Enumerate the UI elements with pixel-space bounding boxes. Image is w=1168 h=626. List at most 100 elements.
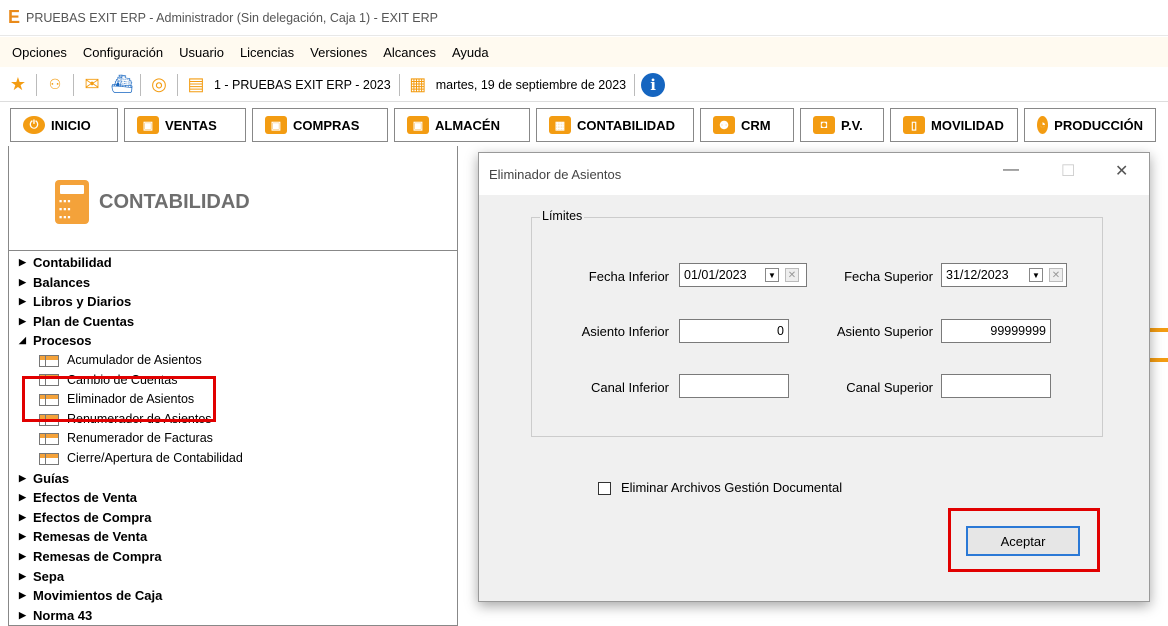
phone-icon: ▯ (903, 116, 925, 134)
collapse-arrow-icon[interactable]: ◢ (19, 331, 33, 351)
expand-arrow-icon[interactable]: ▶ (19, 606, 33, 626)
module-ventas-button[interactable]: ▣ VENTAS (124, 108, 246, 142)
decorative-line (1150, 358, 1168, 362)
expand-arrow-icon[interactable]: ▶ (19, 292, 33, 312)
module-crm-button[interactable]: ⚉ CRM (700, 108, 794, 142)
eliminar-archivos-checkbox[interactable] (598, 482, 611, 495)
fecha-inferior-dropdown-icon[interactable]: ▼ (765, 268, 779, 282)
expand-arrow-icon[interactable]: ▶ (19, 253, 33, 273)
eliminar-archivos-label[interactable]: Eliminar Archivos Gestión Documental (621, 480, 842, 495)
tree-node-plan-cuentas[interactable]: ▶ Plan de Cuentas (19, 312, 457, 332)
tree-node-norma-43[interactable]: ▶ Norma 43 (19, 606, 457, 626)
expand-arrow-icon[interactable]: ▶ (19, 586, 33, 606)
tree-node-efectos-compra[interactable]: ▶ Efectos de Compra (19, 508, 457, 528)
fecha-inferior-clear-icon[interactable]: ✕ (785, 268, 799, 282)
tree-node-label: Balances (33, 274, 91, 290)
expand-arrow-icon[interactable]: ▶ (19, 527, 33, 547)
close-icon[interactable]: ✕ (1115, 161, 1128, 181)
toolbar-separator (634, 73, 636, 96)
calendar-icon[interactable]: ▦ (406, 73, 430, 97)
menu-usuario[interactable]: Usuario (179, 45, 224, 60)
module-contabilidad-button[interactable]: ▦ CONTABILIDAD (536, 108, 694, 142)
menu-bar: Opciones Configuración Usuario Licencias… (0, 37, 1168, 67)
expand-arrow-icon[interactable]: ▶ (19, 488, 33, 508)
menu-versiones[interactable]: Versiones (310, 45, 367, 60)
window-icon (39, 433, 59, 446)
module-movilidad-button[interactable]: ▯ MOVILIDAD (890, 108, 1018, 142)
module-produccion-button[interactable]: ◔ PRODUCCIÓN (1024, 108, 1156, 142)
toolbar-separator (177, 73, 178, 96)
tree-node-procesos[interactable]: ◢ Procesos (19, 331, 457, 351)
asiento-superior-value: 99999999 (990, 324, 1046, 338)
section-title: CONTABILIDAD (99, 190, 250, 213)
info-icon[interactable]: i (641, 72, 666, 97)
tree-node-label: Remesas de Venta (33, 529, 148, 545)
calculator-icon: ▦ (549, 116, 571, 134)
box-icon: ▣ (137, 116, 159, 134)
envelope-icon[interactable]: ✉ (80, 73, 104, 97)
fecha-superior-clear-icon[interactable]: ✕ (1049, 268, 1063, 282)
people-icon: ⚉ (713, 116, 735, 134)
app-logo-icon: E (8, 7, 21, 27)
tree-node-label: Remesas de Compra (33, 548, 162, 564)
module-inicio-button[interactable]: ⏻ INICIO (10, 108, 118, 142)
minimize-icon[interactable]: — (1003, 161, 1019, 179)
expand-arrow-icon[interactable]: ▶ (19, 273, 33, 293)
section-header: CONTABILIDAD (55, 180, 250, 224)
tree-node-label: Efectos de Venta (33, 490, 138, 506)
menu-alcances[interactable]: Alcances (383, 45, 436, 60)
tree-node-balances[interactable]: ▶ Balances (19, 273, 457, 293)
menu-opciones[interactable]: Opciones (12, 45, 67, 60)
tree-node-remesas-venta[interactable]: ▶ Remesas de Venta (19, 527, 457, 547)
date-label[interactable]: martes, 19 de septiembre de 2023 (436, 78, 626, 92)
module-pv-button[interactable]: ◘ P.V. (800, 108, 884, 142)
toolbar: ★ ⚇ ✉ ⛴ ◎ ▤ 1 - PRUEBAS EXIT ERP - 2023 … (0, 68, 1168, 102)
aceptar-button[interactable]: Aceptar (966, 526, 1080, 556)
tree-leaf-label: Acumulador de Asientos (67, 352, 202, 367)
tree-node-libros-diarios[interactable]: ▶ Libros y Diarios (19, 292, 457, 312)
tree-node-movimientos-caja[interactable]: ▶ Movimientos de Caja (19, 586, 457, 606)
power-icon: ⏻ (23, 116, 45, 134)
aceptar-label: Aceptar (1000, 533, 1046, 549)
tree-leaf-acumulador-asientos[interactable]: Acumulador de Asientos (19, 351, 457, 371)
menu-licencias[interactable]: Licencias (240, 45, 294, 60)
toolbar-separator (398, 73, 400, 96)
menu-ayuda[interactable]: Ayuda (452, 45, 489, 60)
module-label: ALMACÉN (435, 117, 500, 133)
toolbar-separator (36, 73, 37, 96)
canal-superior-input[interactable] (941, 374, 1051, 398)
tree-node-label: Guías (33, 470, 70, 486)
canal-inferior-input[interactable] (679, 374, 789, 398)
tree-node-contabilidad[interactable]: ▶ Contabilidad (19, 253, 457, 273)
expand-arrow-icon[interactable]: ▶ (19, 469, 33, 489)
chart-icon: ◔ (1037, 116, 1049, 134)
tree-node-remesas-compra[interactable]: ▶ Remesas de Compra (19, 547, 457, 567)
target-icon[interactable]: ◎ (147, 73, 171, 97)
toolbar-separator (140, 73, 141, 96)
tree-node-efectos-venta[interactable]: ▶ Efectos de Venta (19, 488, 457, 508)
fecha-superior-dropdown-icon[interactable]: ▼ (1029, 268, 1043, 282)
navigation-tree: ▶ Contabilidad ▶ Balances ▶ Libros y Diario… (9, 250, 457, 626)
expand-arrow-icon[interactable]: ▶ (19, 508, 33, 528)
tree-leaf-renumerador-facturas[interactable]: Renumerador de Facturas (19, 429, 457, 449)
expand-arrow-icon[interactable]: ▶ (19, 312, 33, 332)
company-label[interactable]: 1 - PRUEBAS EXIT ERP - 2023 (214, 78, 391, 92)
maximize-icon: ☐ (1061, 163, 1076, 180)
tree-node-sepa[interactable]: ▶ Sepa (19, 567, 457, 587)
module-label: PRODUCCIÓN (1054, 117, 1143, 133)
tree-leaf-cierre-apertura[interactable]: Cierre/Apertura de Contabilidad (19, 449, 457, 469)
module-compras-button[interactable]: ▣ COMPRAS (252, 108, 388, 142)
users-icon[interactable]: ⚇ (43, 73, 67, 97)
asiento-superior-input[interactable]: 99999999 (941, 319, 1051, 343)
expand-arrow-icon[interactable]: ▶ (19, 567, 33, 587)
menu-configuracion[interactable]: Configuración (83, 45, 163, 60)
ship-icon[interactable]: ⛴ (110, 73, 134, 97)
tree-node-guias[interactable]: ▶ Guías (19, 469, 457, 489)
star-icon[interactable]: ★ (6, 73, 30, 97)
asiento-inferior-input[interactable]: 0 (679, 319, 789, 343)
module-almacen-button[interactable]: ▣ ALMACÉN (394, 108, 530, 142)
tree-node-label: Procesos (33, 333, 92, 349)
expand-arrow-icon[interactable]: ▶ (19, 547, 33, 567)
document-icon[interactable]: ▤ (184, 73, 208, 97)
tree-node-label: Sepa (33, 568, 65, 584)
